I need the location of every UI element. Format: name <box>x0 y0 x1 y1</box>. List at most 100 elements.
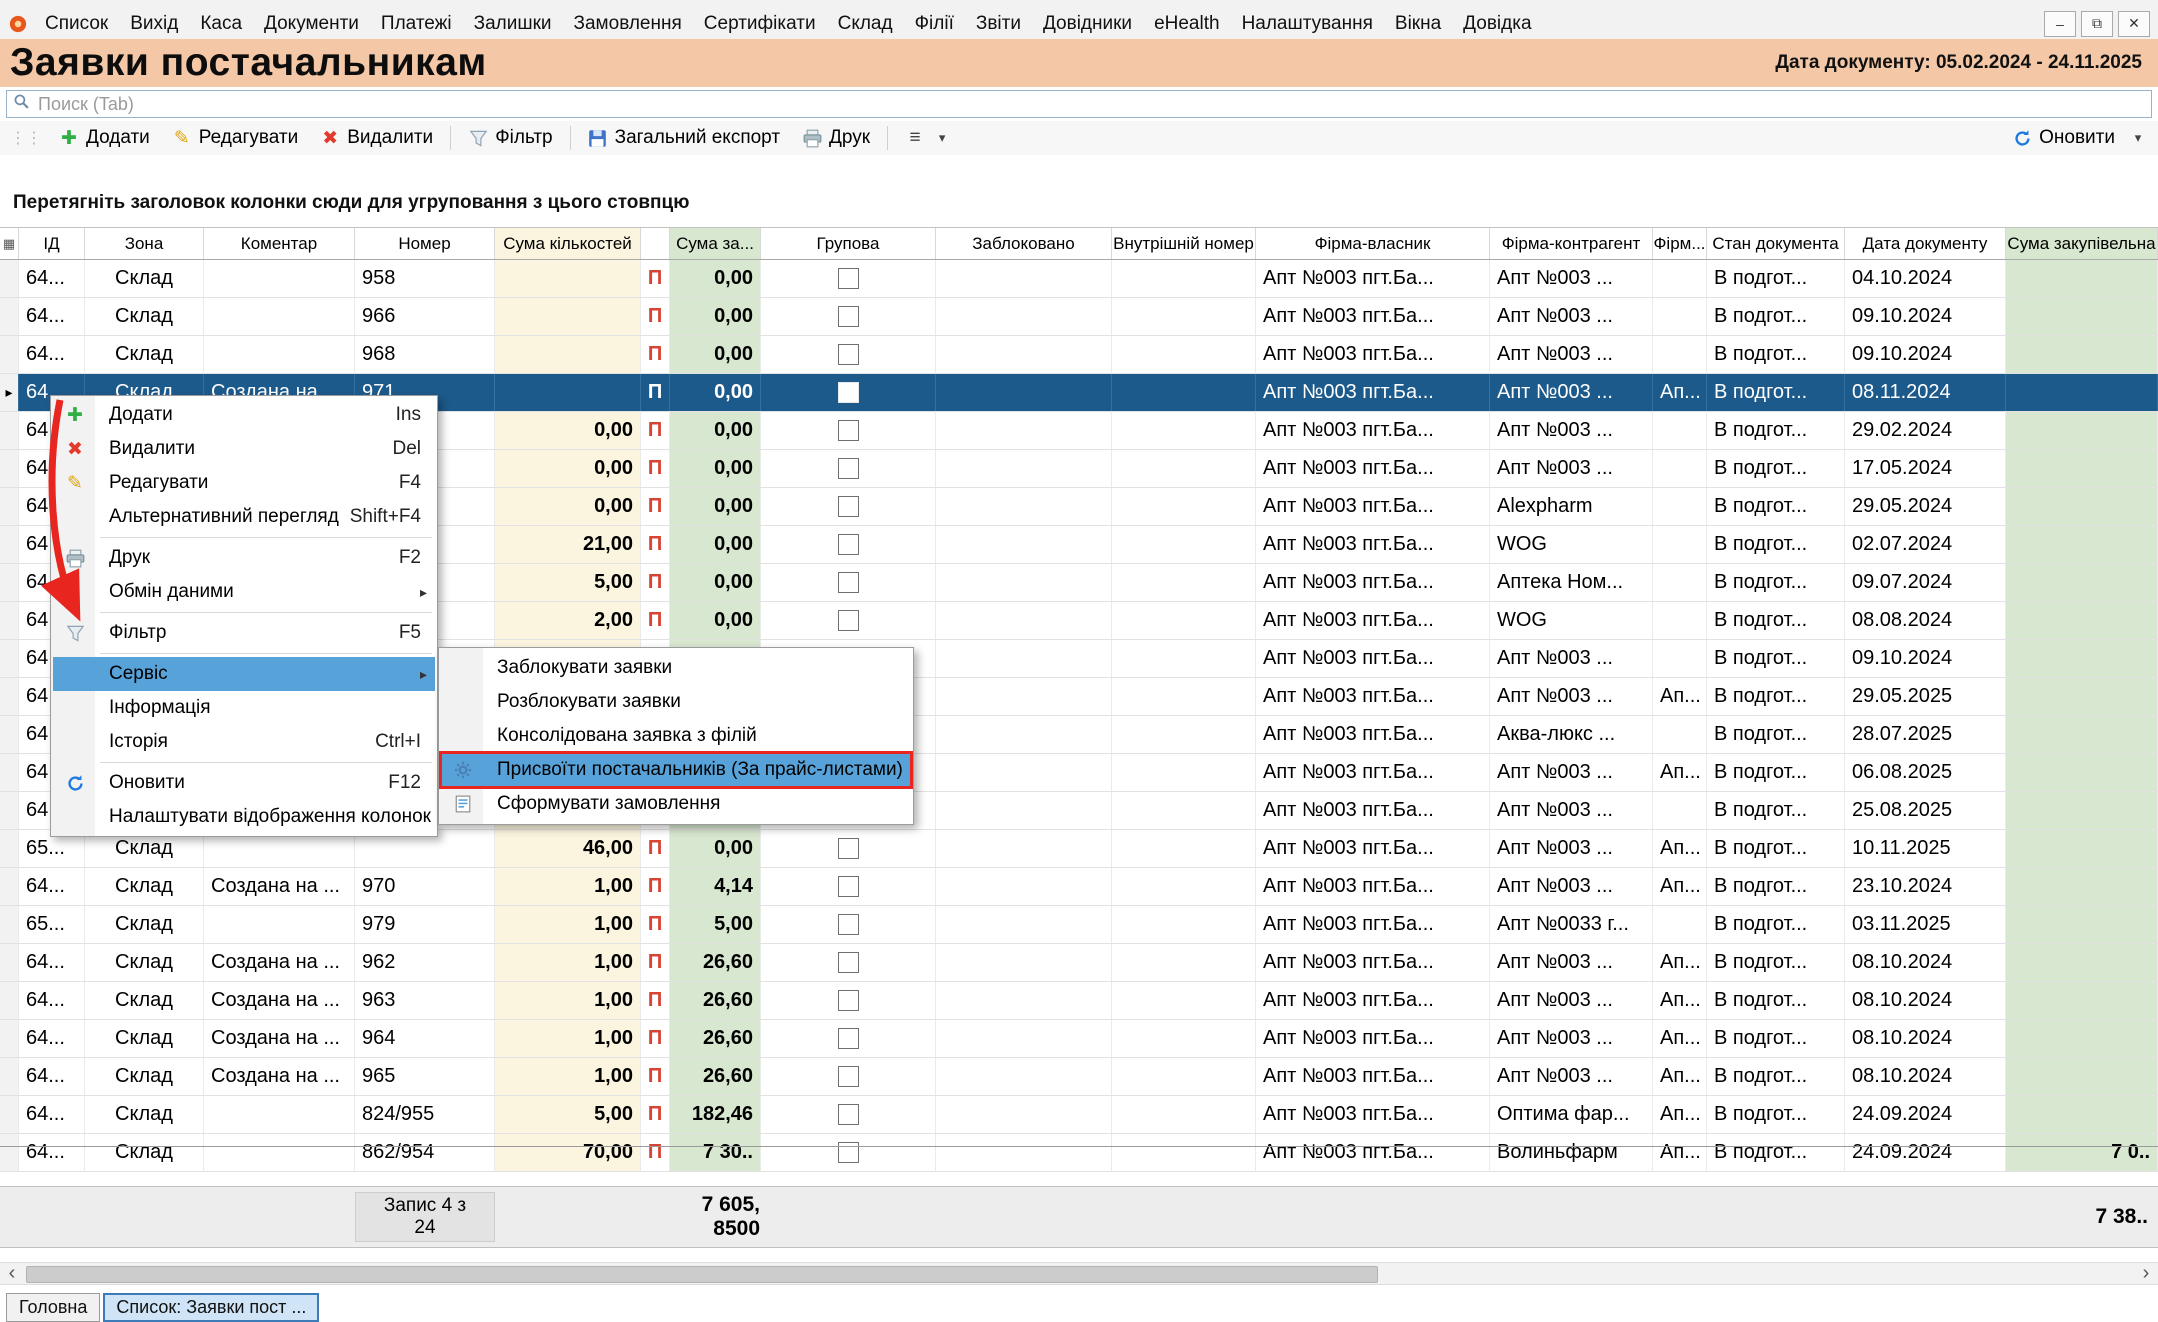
filter-button[interactable]: Фільтр <box>459 124 561 152</box>
view-options-button[interactable]: ≡ ▾ <box>896 124 961 152</box>
menubar-item[interactable]: Довідники <box>1032 10 1143 38</box>
window-tab[interactable]: Список: Заявки пост ... <box>103 1293 319 1322</box>
search-input[interactable] <box>36 93 2145 116</box>
checkbox[interactable] <box>838 458 859 479</box>
context-menu-item[interactable]: Налаштувати відображення колонок <box>53 800 435 834</box>
table-row[interactable]: 64...СкладСоздана на ...9631,00П26,60Апт… <box>0 982 2158 1020</box>
column-header[interactable]: Фірма-контрагент <box>1490 228 1653 259</box>
context-menu-item[interactable]: Сервіс▸ <box>53 657 435 691</box>
export-button[interactable]: Загальний експорт <box>579 124 789 152</box>
menubar-item[interactable]: Замовлення <box>563 10 693 38</box>
column-header[interactable]: Внутрішній номер <box>1112 228 1256 259</box>
checkbox[interactable] <box>838 572 859 593</box>
menubar-item[interactable]: Звіти <box>965 10 1032 38</box>
checkbox[interactable] <box>838 382 859 403</box>
window-tab[interactable]: Головна <box>6 1293 100 1322</box>
checkbox[interactable] <box>838 1104 859 1125</box>
table-cell <box>495 374 641 411</box>
scroll-left-button[interactable]: ‹ <box>0 1263 24 1284</box>
grid-corner-icon[interactable]: ▦ <box>0 228 19 259</box>
checkbox[interactable] <box>838 610 859 631</box>
context-menu-item[interactable]: ОновитиF12 <box>53 766 435 800</box>
checkbox[interactable] <box>838 1066 859 1087</box>
column-header[interactable]: Сума кількостей <box>495 228 641 259</box>
table-row[interactable]: 64...Склад966П0,00Апт №003 пгт.Ба...Апт … <box>0 298 2158 336</box>
context-menu-item[interactable]: Альтернативний переглядShift+F4 <box>53 500 435 534</box>
checkbox[interactable] <box>838 496 859 517</box>
column-header[interactable] <box>641 228 670 259</box>
checkbox[interactable] <box>838 344 859 365</box>
table-row[interactable]: 64...Склад968П0,00Апт №003 пгт.Ба...Апт … <box>0 336 2158 374</box>
column-header[interactable]: Коментар <box>204 228 355 259</box>
menubar-item[interactable]: Вихід <box>119 10 189 38</box>
submenu-item[interactable]: Консолідована заявка з філій <box>441 719 911 753</box>
context-menu-item[interactable]: ІсторіяCtrl+I <box>53 725 435 759</box>
context-menu-item[interactable]: ДрукF2 <box>53 541 435 575</box>
refresh-button[interactable]: Оновити <box>2003 124 2124 152</box>
menubar-item[interactable]: Залишки <box>463 10 563 38</box>
menubar-item[interactable]: Філії <box>904 10 965 38</box>
column-header[interactable]: Зона <box>85 228 204 259</box>
column-header[interactable]: Фірм... <box>1653 228 1707 259</box>
menubar-item[interactable]: Список <box>34 10 119 38</box>
menubar-item[interactable]: Склад <box>827 10 904 38</box>
submenu-item[interactable]: Сформувати замовлення <box>441 787 911 821</box>
context-menu-item[interactable]: ✎РедагуватиF4 <box>53 466 435 500</box>
submenu-item[interactable]: Присвоїти постачальників (За прайс-листа… <box>441 753 911 787</box>
column-header[interactable]: Номер <box>355 228 495 259</box>
submenu-item[interactable]: Заблокувати заявки <box>441 651 911 685</box>
checkbox[interactable] <box>838 268 859 289</box>
column-header[interactable]: Заблоковано <box>936 228 1112 259</box>
add-button[interactable]: ✚ Додати <box>50 124 159 153</box>
context-menu-item[interactable]: Обмін даними▸ <box>53 575 435 609</box>
menubar-item[interactable]: Налаштування <box>1231 10 1384 38</box>
edit-button[interactable]: ✎ Редагувати <box>163 124 307 153</box>
checkbox[interactable] <box>838 914 859 935</box>
scroll-right-button[interactable]: › <box>2134 1263 2158 1284</box>
menubar-item[interactable]: Сертифікати <box>693 10 827 38</box>
chevron-down-icon[interactable]: ▾ <box>2128 130 2148 146</box>
menubar-item[interactable]: eHealth <box>1143 10 1231 38</box>
menubar-item[interactable]: Довідка <box>1452 10 1542 38</box>
table-row[interactable]: 65...Склад9791,00П5,00Апт №003 пгт.Ба...… <box>0 906 2158 944</box>
column-header[interactable]: Сума закупівельна <box>2006 228 2158 259</box>
checkbox[interactable] <box>838 534 859 555</box>
minimize-button[interactable]: – <box>2044 11 2076 37</box>
submenu-item[interactable]: Розблокувати заявки <box>441 685 911 719</box>
column-header[interactable]: Сума за... <box>670 228 761 259</box>
table-row[interactable]: 64...СкладСоздана на ...9621,00П26,60Апт… <box>0 944 2158 982</box>
checkbox[interactable] <box>838 306 859 327</box>
checkbox[interactable] <box>838 420 859 441</box>
checkbox[interactable] <box>838 838 859 859</box>
context-menu-item[interactable]: ✖ВидалитиDel <box>53 432 435 466</box>
restore-button[interactable]: ⧉ <box>2081 11 2113 37</box>
table-row[interactable]: 64...Склад862/95470,00П7 30..Апт №003 пг… <box>0 1134 2158 1172</box>
column-header[interactable]: Групова <box>761 228 936 259</box>
table-cell <box>0 1020 19 1057</box>
print-button[interactable]: Друк <box>793 124 879 152</box>
menubar-item[interactable]: Документи <box>253 10 370 38</box>
checkbox[interactable] <box>838 952 859 973</box>
context-menu-item[interactable]: Інформація <box>53 691 435 725</box>
column-header[interactable]: Дата документу <box>1845 228 2006 259</box>
column-header[interactable]: Фірма-власник <box>1256 228 1490 259</box>
menubar-item[interactable]: Вікна <box>1384 10 1452 38</box>
table-row[interactable]: 64...Склад958П0,00Апт №003 пгт.Ба...Апт … <box>0 260 2158 298</box>
delete-button[interactable]: ✖ Видалити <box>311 124 442 153</box>
checkbox[interactable] <box>838 876 859 897</box>
table-row[interactable]: 64...СкладСоздана на ...9641,00П26,60Апт… <box>0 1020 2158 1058</box>
checkbox[interactable] <box>838 990 859 1011</box>
column-header[interactable]: Стан документа <box>1707 228 1845 259</box>
scrollbar-thumb[interactable] <box>26 1266 1378 1283</box>
column-header[interactable]: ІД <box>19 228 85 259</box>
context-menu-item[interactable]: ФільтрF5 <box>53 616 435 650</box>
table-row[interactable]: 64...Склад824/9555,00П182,46Апт №003 пгт… <box>0 1096 2158 1134</box>
checkbox[interactable] <box>838 1028 859 1049</box>
context-menu-item[interactable]: ✚ДодатиIns <box>53 398 435 432</box>
table-row[interactable]: 64...СкладСоздана на ...9701,00П4,14Апт … <box>0 868 2158 906</box>
table-row[interactable]: 64...СкладСоздана на ...9651,00П26,60Апт… <box>0 1058 2158 1096</box>
menubar-item[interactable]: Платежі <box>370 10 463 38</box>
menubar-item[interactable]: Каса <box>189 10 253 38</box>
horizontal-scrollbar[interactable]: ‹ › <box>0 1262 2158 1285</box>
close-button[interactable]: ✕ <box>2118 11 2150 37</box>
